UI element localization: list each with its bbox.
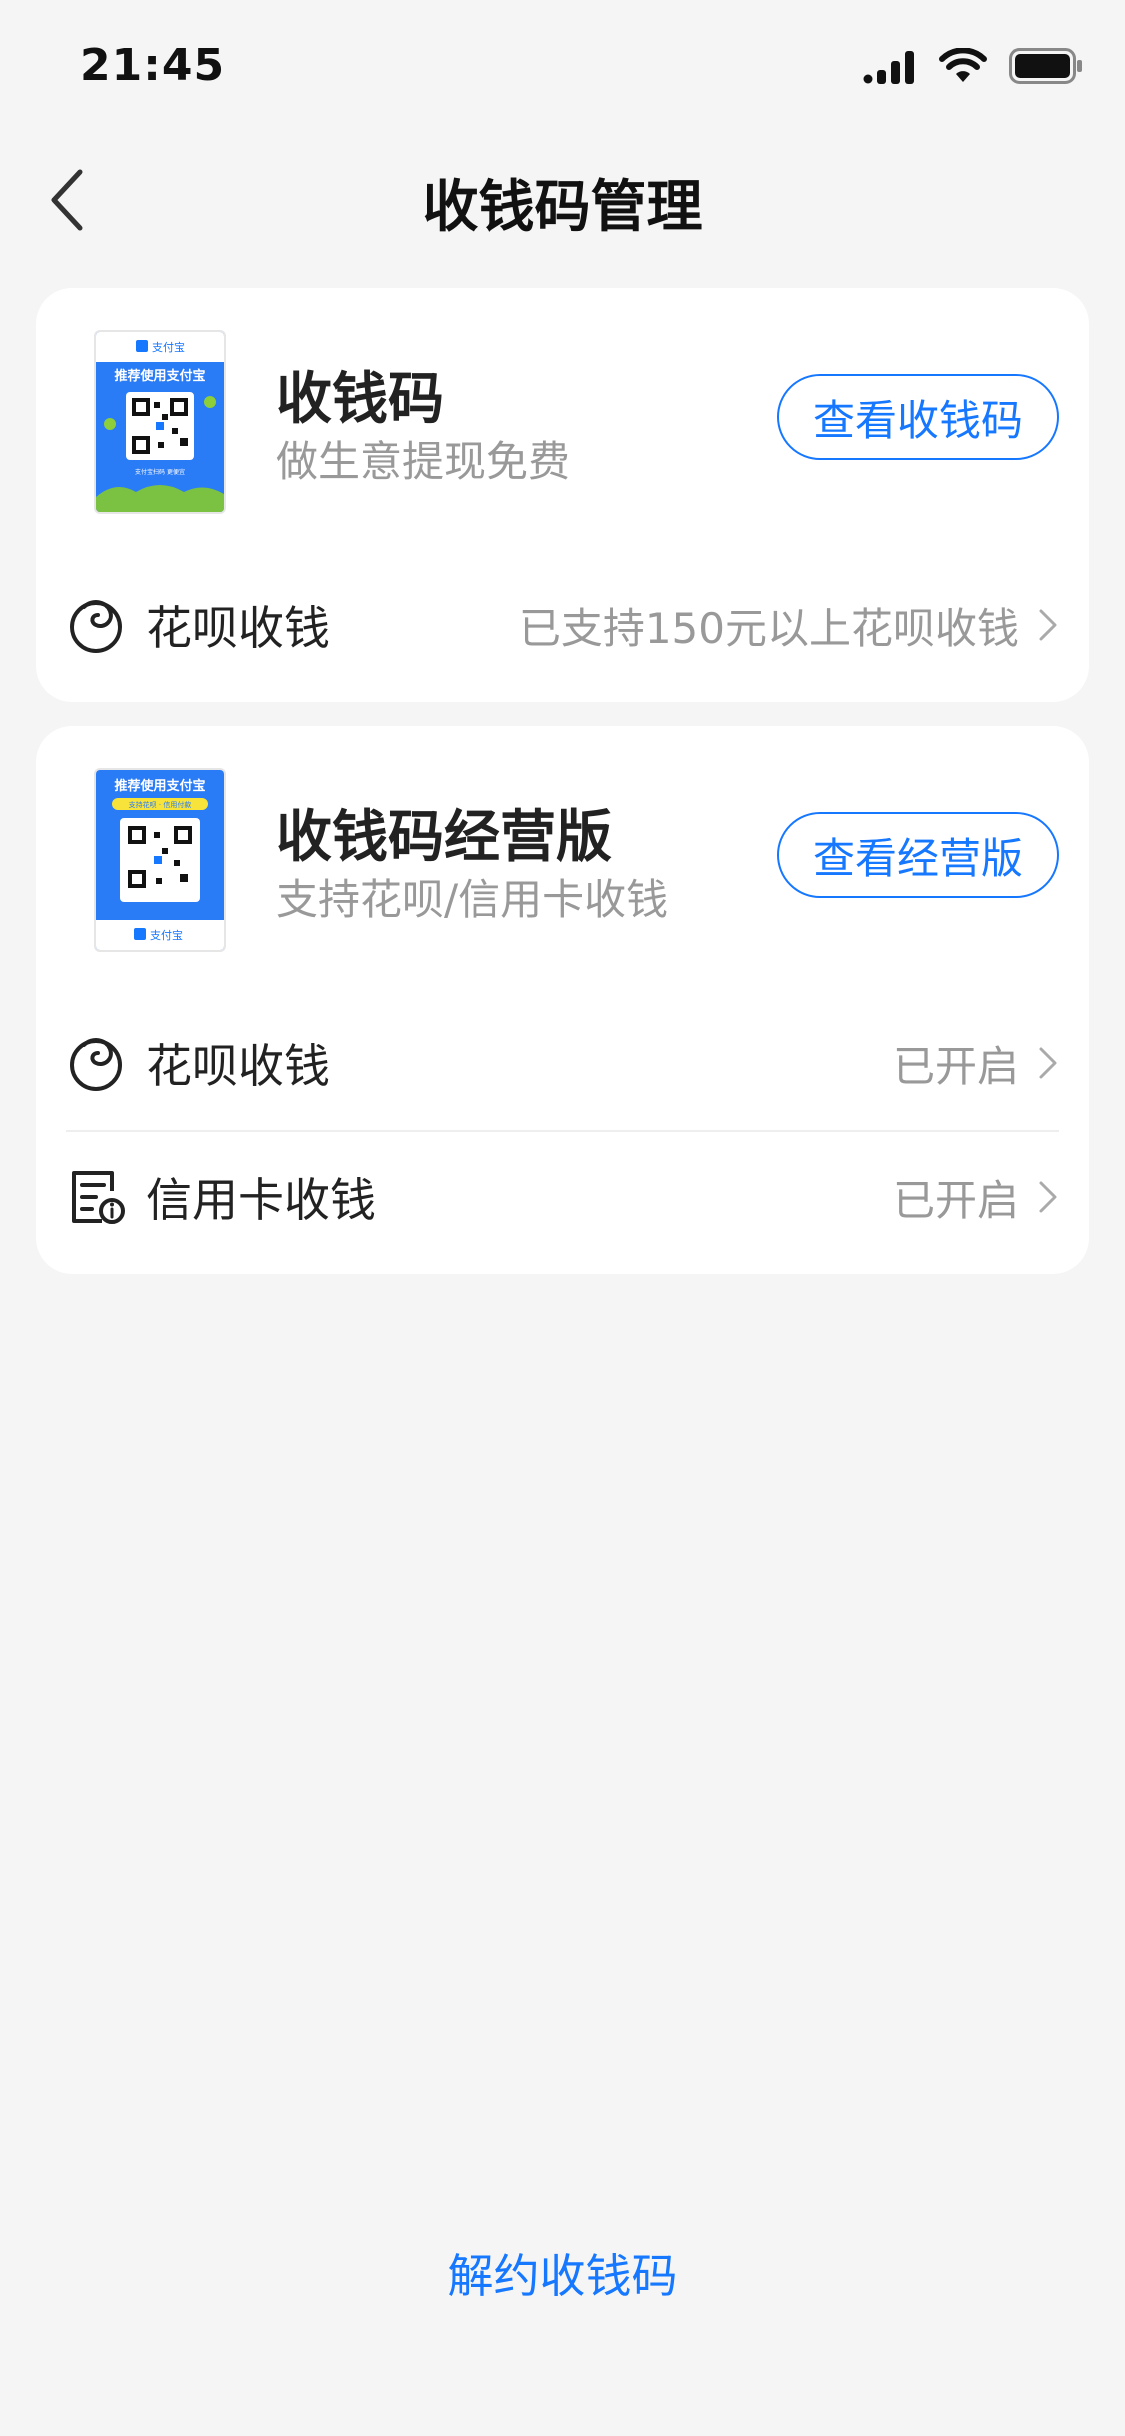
huabei-icon <box>70 600 122 653</box>
chevron-right-icon <box>1039 1181 1057 1213</box>
huabei-label: 花呗收钱 <box>146 1039 330 1093</box>
payment-code-card: 支付宝 推荐使用支付宝 支付宝扫码 更便宜 收钱码 做生意提现免费 查看收钱码 … <box>36 288 1089 702</box>
business-code-thumbnail: 推荐使用支付宝 支持花呗 · 信用付款 支付宝 <box>94 768 226 952</box>
huabei-label: 花呗收钱 <box>146 601 330 655</box>
chevron-right-icon <box>1039 1047 1057 1079</box>
status-time: 21:45 <box>80 40 226 91</box>
credit-card-payment-row[interactable]: 信用卡收钱 已开启 <box>66 1142 1059 1252</box>
huabei-payment-row-business[interactable]: 花呗收钱 已开启 <box>66 1008 1059 1118</box>
nav-bar: 收钱码管理 <box>0 140 1125 260</box>
signal-icon <box>863 51 914 84</box>
row-divider <box>66 1130 1059 1132</box>
payment-code-title: 收钱码 <box>276 367 444 432</box>
battery-icon <box>1009 48 1082 84</box>
view-payment-code-button[interactable]: 查看收钱码 <box>777 374 1059 460</box>
thumb-headline: 推荐使用支付宝 <box>114 368 205 384</box>
page-title: 收钱码管理 <box>422 175 703 240</box>
status-bar: 21:45 <box>0 0 1125 140</box>
credit-card-label: 信用卡收钱 <box>146 1173 376 1227</box>
huabei-status: 已开启 <box>892 1041 1019 1091</box>
wifi-icon <box>939 48 987 82</box>
payment-code-thumbnail: 支付宝 推荐使用支付宝 支付宝扫码 更便宜 <box>94 330 226 514</box>
credit-card-document-icon <box>72 1171 125 1224</box>
thumb-brand: 支付宝 <box>152 340 185 354</box>
huabei-status: 已支持150元以上花呗收钱 <box>518 603 1019 653</box>
view-business-code-button[interactable]: 查看经营版 <box>777 812 1059 898</box>
thumb2-brand: 支付宝 <box>150 928 183 942</box>
status-icons <box>863 48 1083 84</box>
thumb2-headline: 推荐使用支付宝 <box>114 778 205 794</box>
chevron-right-icon <box>1039 609 1057 641</box>
thumb-footer: 支付宝扫码 更便宜 <box>135 468 185 476</box>
business-code-subtitle: 支持花呗/信用卡收钱 <box>276 875 669 924</box>
business-code-card: 推荐使用支付宝 支持花呗 · 信用付款 支付宝 收钱码经营版 支持花呗/信用卡收… <box>36 726 1089 1274</box>
terminate-payment-code-link[interactable]: 解约收钱码 <box>0 2240 1125 2306</box>
huabei-icon <box>70 1038 122 1091</box>
huabei-payment-row[interactable]: 花呗收钱 已支持150元以上花呗收钱 <box>66 570 1059 680</box>
credit-card-status: 已开启 <box>892 1175 1019 1225</box>
thumb2-badge: 支持花呗 · 信用付款 <box>129 800 192 809</box>
business-code-title: 收钱码经营版 <box>276 805 612 870</box>
payment-code-subtitle: 做生意提现免费 <box>276 437 571 486</box>
